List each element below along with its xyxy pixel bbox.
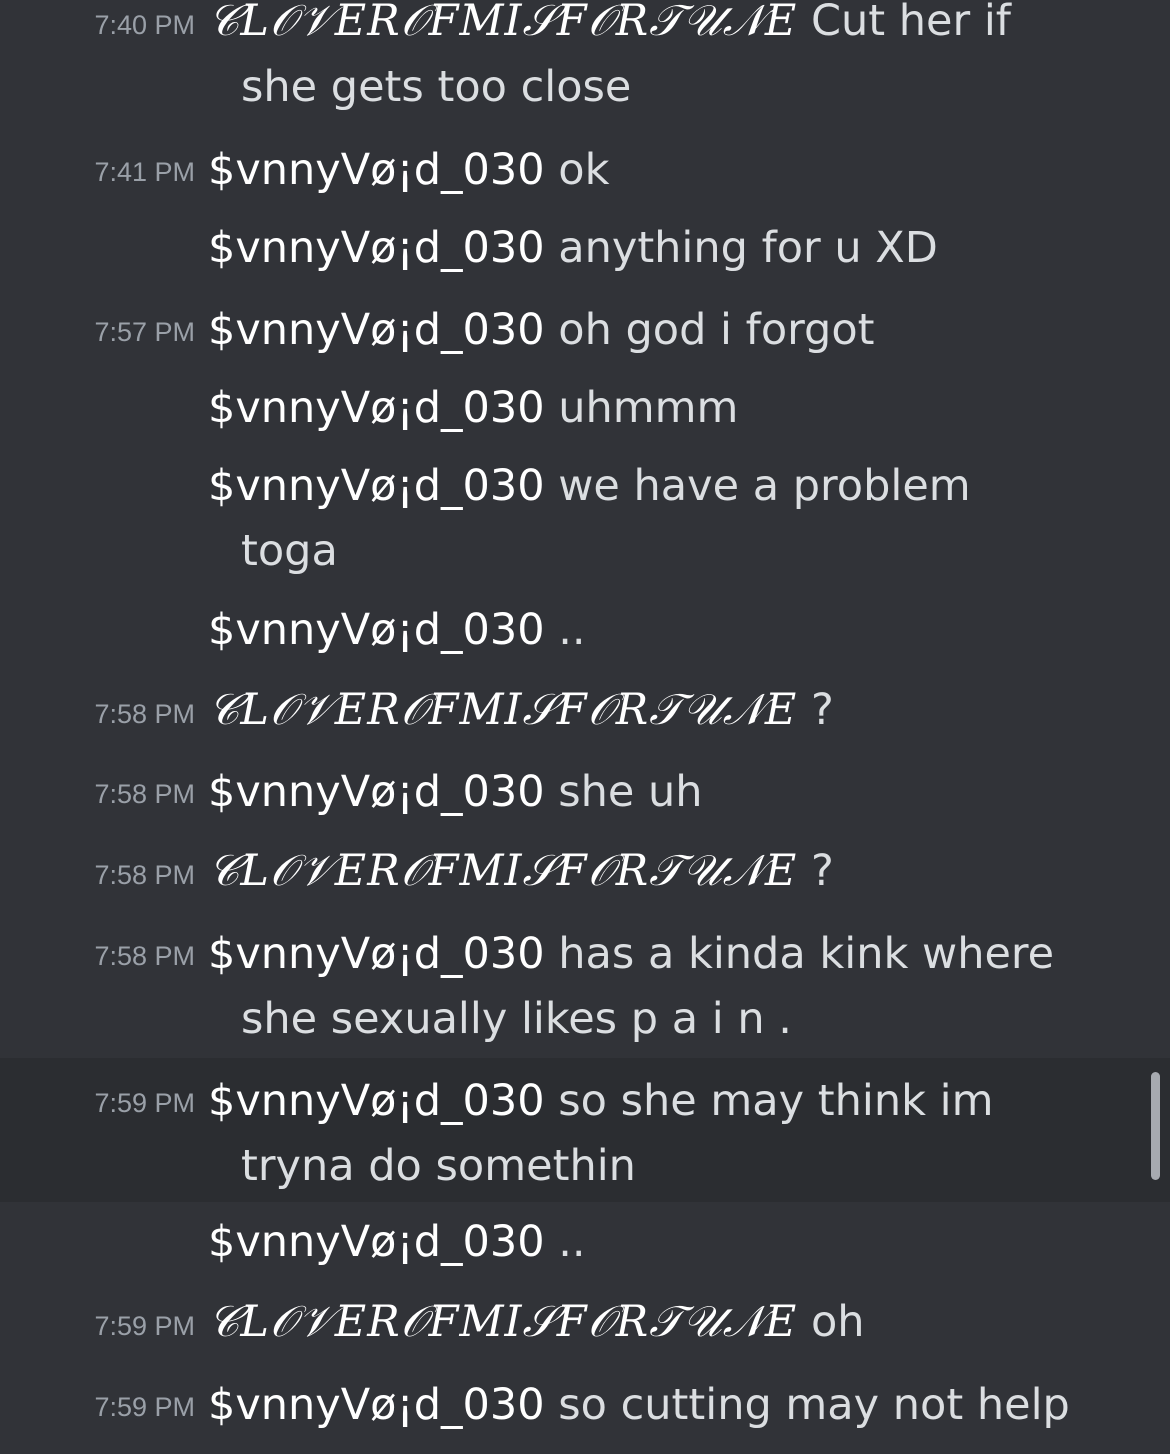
message-text: so she may think im <box>558 1076 994 1126</box>
message-username[interactable]: $vnnyVø¡d_030 <box>208 605 545 655</box>
message[interactable]: $vnnyVø¡d_030 uhmmm <box>0 378 1170 438</box>
message-text: so cutting may not help <box>558 1380 1070 1430</box>
message[interactable]: $vnnyVø¡d_030 .. <box>0 1212 1170 1272</box>
message-text: ? <box>811 846 834 896</box>
message-username[interactable]: 𝒞𝐿𝒪𝒱𝐸𝑅𝒪𝐹𝑀𝐼𝒮𝐹𝒪𝑅𝒯𝒰𝒩𝐸 <box>208 1297 797 1347</box>
message-username[interactable]: $vnnyVø¡d_030 <box>208 1217 545 1267</box>
message-text-continued: she gets too close <box>241 62 632 112</box>
message-username[interactable]: $vnnyVø¡d_030 <box>208 767 545 817</box>
message-username[interactable]: 𝒞𝐿𝒪𝒱𝐸𝑅𝒪𝐹𝑀𝐼𝒮𝐹𝒪𝑅𝒯𝒰𝒩𝐸 <box>208 0 797 46</box>
message-text-continued: she sexually likes p a i n . <box>241 994 792 1044</box>
message-timestamp: 7:59 PM <box>94 1311 195 1341</box>
chat-log: 7:40 PM 𝒞𝐿𝒪𝒱𝐸𝑅𝒪𝐹𝑀𝐼𝒮𝐹𝒪𝑅𝒯𝒰𝒩𝐸 Cut her if sh… <box>0 0 1170 1454</box>
message[interactable]: $vnnyVø¡d_030 anything for u XD <box>0 218 1170 278</box>
message-text: she uh <box>558 767 703 817</box>
message-text: .. <box>558 1217 586 1267</box>
message-text: .. <box>558 605 586 655</box>
message-username[interactable]: $vnnyVø¡d_030 <box>208 461 545 511</box>
message-username[interactable]: $vnnyVø¡d_030 <box>208 223 545 273</box>
message-username[interactable]: $vnnyVø¡d_030 <box>208 1076 545 1126</box>
message[interactable]: 7:57 PM $vnnyVø¡d_030 oh god i forgot <box>0 300 1170 360</box>
message-text: anything for u XD <box>558 223 938 273</box>
message-timestamp: 7:40 PM <box>94 10 195 40</box>
message-text: oh god i forgot <box>558 305 875 355</box>
message-text: we have a problem <box>558 461 971 511</box>
message-timestamp: 7:58 PM <box>94 699 195 729</box>
message-text-continued: tryna do somethin <box>241 1141 636 1191</box>
message[interactable]: 7:59 PM 𝒞𝐿𝒪𝒱𝐸𝑅𝒪𝐹𝑀𝐼𝒮𝐹𝒪𝑅𝒯𝒰𝒩𝐸 oh <box>0 1294 1170 1354</box>
message-timestamp: 7:59 PM <box>94 1392 195 1422</box>
message-username[interactable]: 𝒞𝐿𝒪𝒱𝐸𝑅𝒪𝐹𝑀𝐼𝒮𝐹𝒪𝑅𝒯𝒰𝒩𝐸 <box>208 685 797 735</box>
message-text: Cut her if <box>811 0 1011 46</box>
scrollbar-thumb[interactable] <box>1151 1072 1160 1180</box>
message[interactable]: 7:58 PM 𝒞𝐿𝒪𝒱𝐸𝑅𝒪𝐹𝑀𝐼𝒮𝐹𝒪𝑅𝒯𝒰𝒩𝐸 ? <box>0 682 1170 742</box>
message[interactable]: 7:41 PM $vnnyVø¡d_030 ok <box>0 140 1170 200</box>
message-username[interactable]: $vnnyVø¡d_030 <box>208 383 545 433</box>
message-timestamp: 7:59 PM <box>94 1088 195 1118</box>
message[interactable]: $vnnyVø¡d_030 we have a problem toga <box>0 456 1170 586</box>
message-text: has a kinda kink where <box>558 929 1055 979</box>
message-hovered[interactable]: 7:59 PM $vnnyVø¡d_030 so she may think i… <box>0 1058 1170 1202</box>
message-text: ? <box>811 685 834 735</box>
message-text-continued: toga <box>241 526 338 576</box>
message-username[interactable]: 𝒞𝐿𝒪𝒱𝐸𝑅𝒪𝐹𝑀𝐼𝒮𝐹𝒪𝑅𝒯𝒰𝒩𝐸 <box>208 846 797 896</box>
message-username[interactable]: $vnnyVø¡d_030 <box>208 1380 545 1430</box>
message-text: uhmmm <box>558 383 739 433</box>
message[interactable]: 7:58 PM $vnnyVø¡d_030 she uh <box>0 762 1170 822</box>
message-text: ok <box>558 145 610 195</box>
message-username[interactable]: $vnnyVø¡d_030 <box>208 305 545 355</box>
message-username[interactable]: $vnnyVø¡d_030 <box>208 145 545 195</box>
message-username[interactable]: $vnnyVø¡d_030 <box>208 929 545 979</box>
message-timestamp: 7:41 PM <box>94 157 195 187</box>
message[interactable]: $vnnyVø¡d_030 .. <box>0 600 1170 660</box>
message-timestamp: 7:57 PM <box>94 317 195 347</box>
message-timestamp: 7:58 PM <box>94 941 195 971</box>
message-timestamp: 7:58 PM <box>94 779 195 809</box>
message-text: oh <box>811 1297 865 1347</box>
message-timestamp: 7:58 PM <box>94 860 195 890</box>
message[interactable]: 7:40 PM 𝒞𝐿𝒪𝒱𝐸𝑅𝒪𝐹𝑀𝐼𝒮𝐹𝒪𝑅𝒯𝒰𝒩𝐸 Cut her if sh… <box>0 0 1170 120</box>
message[interactable]: 7:59 PM $vnnyVø¡d_030 so cutting may not… <box>0 1375 1170 1435</box>
message[interactable]: 7:58 PM 𝒞𝐿𝒪𝒱𝐸𝑅𝒪𝐹𝑀𝐼𝒮𝐹𝒪𝑅𝒯𝒰𝒩𝐸 ? <box>0 843 1170 903</box>
message[interactable]: 7:58 PM $vnnyVø¡d_030 has a kinda kink w… <box>0 924 1170 1058</box>
